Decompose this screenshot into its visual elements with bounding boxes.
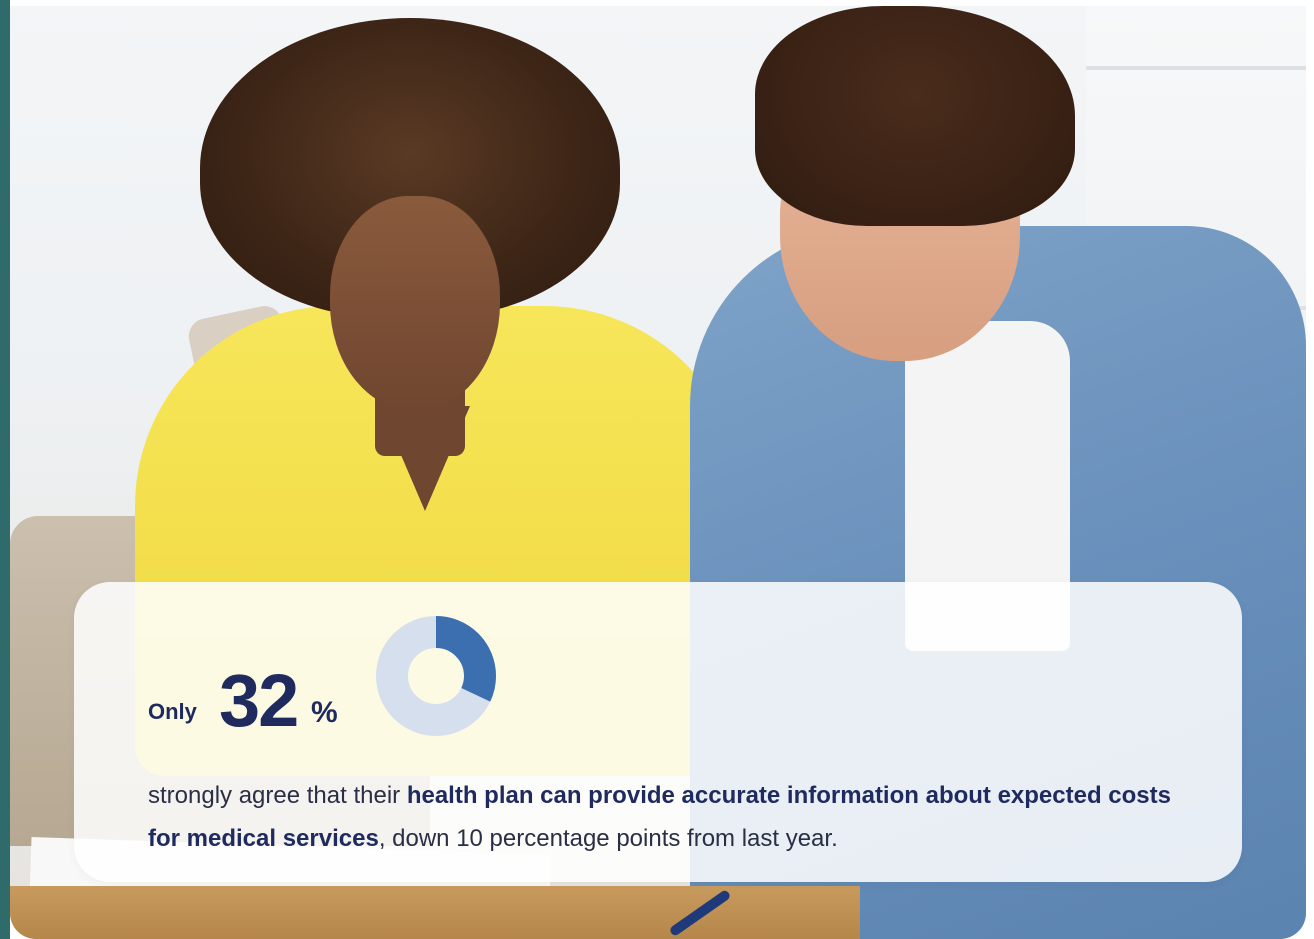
stat-description: strongly agree that their health plan ca…	[148, 774, 1208, 860]
stat-percent-sign: %	[311, 696, 338, 729]
stat-prefix: Only	[148, 699, 197, 724]
stat-number: 32	[219, 659, 299, 742]
man-hair	[755, 6, 1075, 226]
stat-headline: Only 32 %	[148, 612, 568, 738]
table	[10, 886, 860, 939]
left-accent-rail	[0, 0, 10, 939]
stat-text-lead: strongly agree that their	[148, 782, 407, 809]
donut-chart-icon	[376, 616, 496, 736]
stat-card: Only 32 % strongly agree that their heal…	[74, 582, 1242, 882]
stat-text-tail: , down 10 percentage points from last ye…	[378, 825, 838, 852]
woman-face	[330, 196, 500, 411]
